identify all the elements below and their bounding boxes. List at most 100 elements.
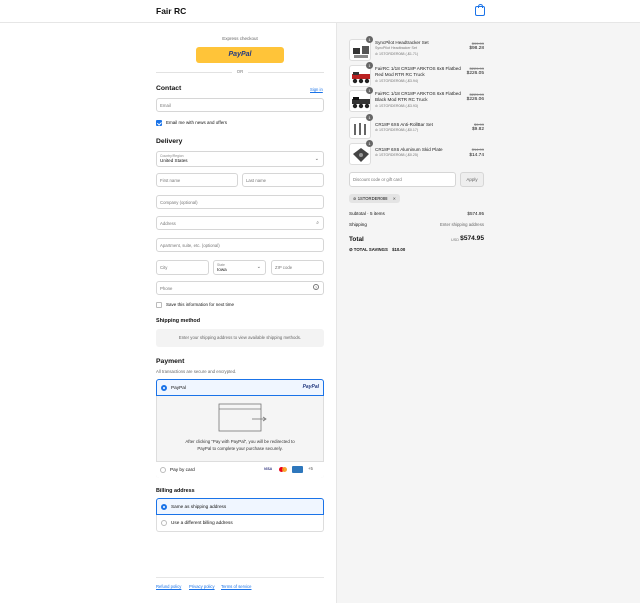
paypal-option[interactable]: PayPal PayPal [156, 379, 324, 396]
discount-line: ⊘ 1STORDER088 (-$0.25) [375, 153, 418, 157]
total-value: $574.95 [460, 235, 484, 242]
express-checkout-label: Express checkout [222, 36, 258, 41]
sign-in-link[interactable]: Sign in [310, 87, 323, 92]
billing-different-radio[interactable] [161, 520, 167, 526]
visa-icon: VISA [264, 466, 275, 473]
subtotal-value: $574.95 [467, 211, 484, 216]
phone-field[interactable]: Phone ? [156, 281, 324, 295]
search-icon: ⌕ [316, 220, 319, 226]
discount-line: ⊘ 1STORDER088 (-$1.71) [375, 52, 418, 56]
state-value: Iowa [217, 267, 227, 272]
total-savings: ⊘ TOTAL SAVINGS $10.00 [349, 247, 405, 253]
discount-line: ⊘ 1STORDER088 (-$3.94) [375, 79, 418, 83]
order-summary-panel [336, 23, 640, 603]
save-info-label: Save this information for next time [166, 302, 235, 307]
billing-different-option[interactable]: Use a different billing address [156, 515, 324, 532]
mastercard-icon [278, 466, 289, 473]
newsletter-checkbox[interactable] [156, 120, 162, 126]
sale-price: $9.82 [471, 127, 484, 132]
discount-line: ⊘ 1STORDER088 (-$3.93) [375, 104, 418, 108]
shipping-label: Shipping [349, 222, 367, 227]
payment-subtitle: All transactions are secure and encrypte… [156, 369, 237, 374]
country-select[interactable]: Country/Region United States ⌄ [156, 151, 324, 167]
discount-line: ⊘ 1STORDER088 (-$0.17) [375, 128, 418, 132]
or-divider-label: OR [232, 69, 248, 74]
contact-title: Contact [156, 85, 182, 92]
delivery-title: Delivery [156, 138, 183, 145]
original-price: $14.99 [471, 147, 484, 152]
sale-price: $14.74 [469, 153, 484, 158]
card-option[interactable]: Pay by card VISA +5 [156, 461, 324, 478]
shipping-value: Enter shipping address [440, 222, 484, 227]
black-truck-image [352, 97, 370, 109]
shopping-bag-icon[interactable] [475, 4, 485, 16]
shipping-notice: Enter your shipping address to view avai… [156, 329, 324, 347]
applied-code-chip: ⊘ 1STORDER088 ✕ [349, 194, 401, 203]
remove-code-icon[interactable]: ✕ [393, 196, 397, 201]
quantity-badge: 1 [366, 62, 373, 69]
discount-text: 1STORDER088 (-$0.17) [379, 128, 419, 132]
last-name-field[interactable]: Last name [242, 173, 324, 187]
paypal-redirect-text: After clicking “Pay with PayPal”, you wi… [185, 439, 295, 451]
billing-same-radio[interactable] [161, 504, 167, 510]
headtracker-image [353, 46, 369, 58]
savings-label: TOTAL SAVINGS [353, 247, 388, 252]
quantity-badge: 1 [366, 36, 373, 43]
paypal-option-label: PayPal [171, 385, 186, 390]
applied-code: 1STORDER088 [357, 196, 388, 201]
subtotal-label: Subtotal · 5 items [349, 211, 385, 216]
chevron-down-icon: ⌄ [256, 264, 261, 270]
skid-plate-image [353, 148, 369, 162]
quantity-badge: 1 [366, 140, 373, 147]
quantity-badge: 1 [366, 114, 373, 121]
chevron-down-icon: ⌄ [314, 156, 319, 162]
amex-icon [292, 466, 303, 473]
company-field[interactable]: Company (optional) [156, 195, 324, 209]
email-field[interactable]: Email [156, 98, 324, 112]
red-truck-image [352, 72, 370, 84]
discount-text: 1STORDER088 (-$0.25) [379, 153, 419, 157]
footer-divider [156, 577, 324, 578]
paypal-logo: PayPal [302, 384, 319, 390]
total-label: Total [349, 236, 364, 243]
terms-of-service-link[interactable]: Terms of service [221, 584, 251, 589]
country-value: United States [160, 158, 188, 163]
store-brand[interactable]: Fair RC [156, 6, 186, 16]
product-variant: SyncPilot Headtracker Set [375, 46, 417, 50]
discount-code-input[interactable]: Discount code or gift card [349, 172, 456, 187]
apply-button[interactable]: Apply [460, 172, 484, 187]
sale-price: $226.06 [466, 97, 484, 102]
browser-redirect-icon [218, 403, 267, 432]
address-placeholder: Address [160, 221, 176, 226]
apartment-field[interactable]: Apartment, suite, etc. (optional) [156, 238, 324, 252]
card-radio[interactable] [160, 467, 166, 473]
anti-rollbar-image [354, 123, 366, 135]
privacy-policy-link[interactable]: Privacy policy [189, 584, 215, 589]
discount-text: 1STORDER088 (-$3.94) [379, 79, 419, 83]
more-cards-label: +5 [308, 466, 313, 471]
quantity-badge: 1 [366, 87, 373, 94]
save-info-checkbox[interactable] [156, 302, 162, 308]
phone-placeholder: Phone [160, 286, 173, 291]
billing-same-option[interactable]: Same as shipping address [156, 498, 324, 515]
city-field[interactable]: City [156, 260, 209, 275]
paypal-express-button[interactable]: PayPal [196, 47, 284, 63]
help-icon[interactable]: ? [313, 284, 319, 290]
first-name-field[interactable]: First name [156, 173, 238, 187]
card-option-label: Pay by card [170, 467, 195, 472]
discount-text: 1STORDER088 (-$1.71) [379, 52, 419, 56]
savings-value: $10.00 [392, 247, 406, 252]
billing-different-label: Use a different billing address [171, 520, 233, 525]
shipping-method-title: Shipping method [156, 318, 201, 324]
billing-title: Billing address [156, 488, 195, 494]
header: Fair RC [0, 0, 640, 23]
zip-field[interactable]: ZIP code [271, 260, 324, 275]
address-field[interactable]: Address ⌕ [156, 216, 324, 230]
paypal-radio[interactable] [161, 385, 167, 391]
paypal-logo: PayPal [228, 51, 252, 58]
refund-policy-link[interactable]: Refund policy [156, 584, 181, 589]
state-select[interactable]: State Iowa ⌄ [213, 260, 266, 275]
billing-same-label: Same as shipping address [171, 504, 227, 509]
discount-text: 1STORDER088 (-$3.93) [379, 104, 419, 108]
payment-title: Payment [156, 358, 185, 365]
